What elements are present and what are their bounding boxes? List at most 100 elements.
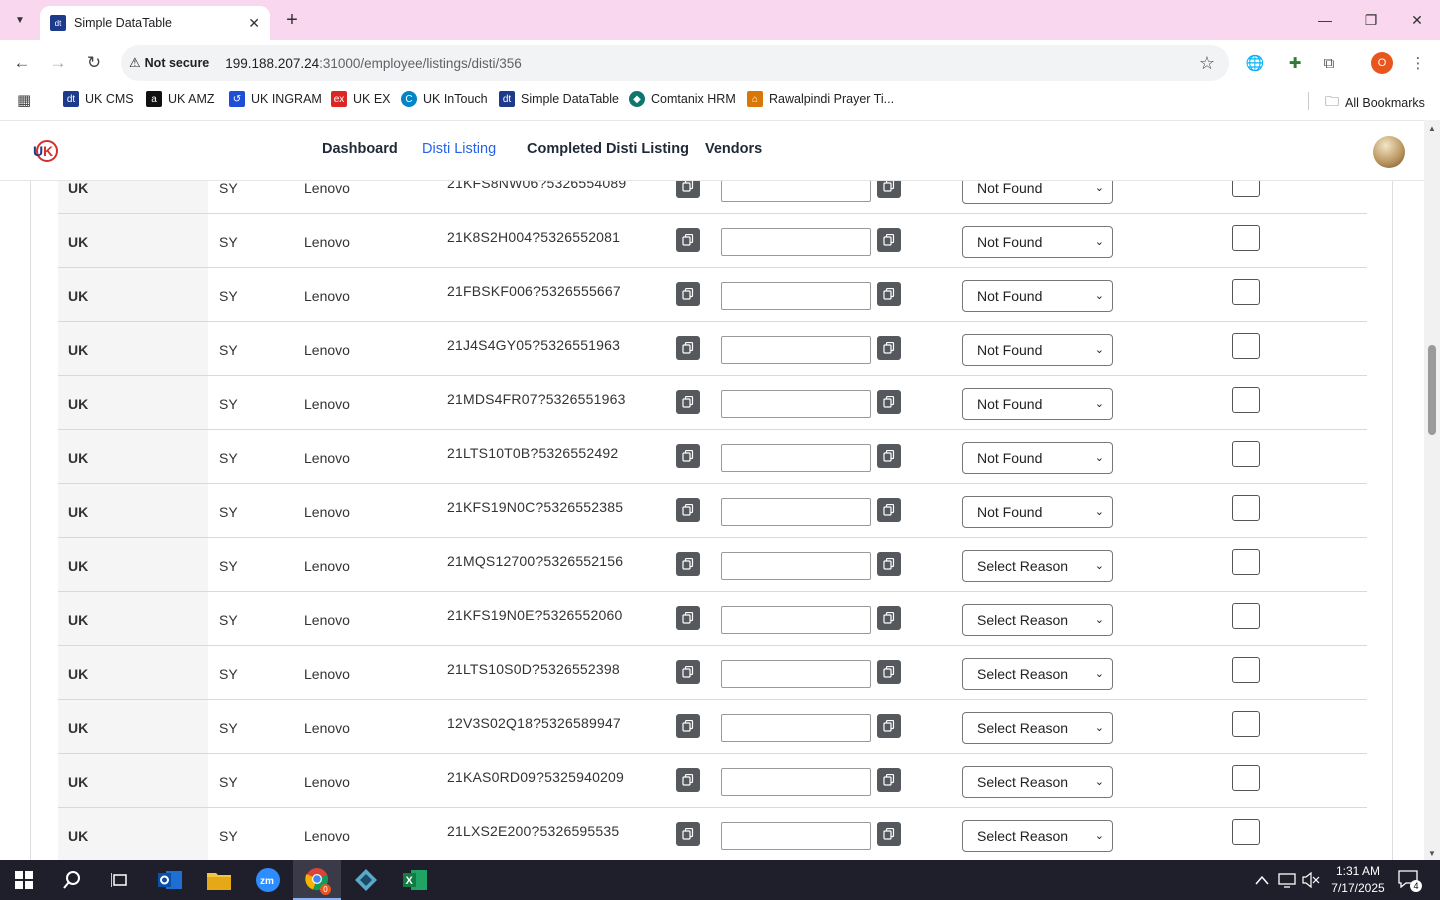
reason-select[interactable]: Select Reason ⌄ xyxy=(962,712,1113,744)
user-avatar[interactable] xyxy=(1373,136,1405,168)
file-explorer-icon[interactable] xyxy=(195,860,243,900)
nav-vendors[interactable]: Vendors xyxy=(705,141,762,157)
app-diamond-icon[interactable] xyxy=(342,860,390,900)
row-checkbox[interactable] xyxy=(1232,549,1260,575)
copy-sku-icon[interactable] xyxy=(676,552,700,576)
row-checkbox[interactable] xyxy=(1232,711,1260,737)
row-checkbox[interactable] xyxy=(1232,181,1260,197)
reason-select[interactable]: Select Reason ⌄ xyxy=(962,658,1113,690)
listing-input[interactable] xyxy=(721,228,871,256)
copy-sku-icon[interactable] xyxy=(676,181,700,198)
copy-input-icon[interactable] xyxy=(877,181,901,198)
copy-input-icon[interactable] xyxy=(877,228,901,252)
copy-input-icon[interactable] xyxy=(877,606,901,630)
reload-icon[interactable]: ↻ xyxy=(82,51,106,75)
copy-sku-icon[interactable] xyxy=(676,606,700,630)
copy-input-icon[interactable] xyxy=(877,498,901,522)
nav-disti-listing[interactable]: Disti Listing xyxy=(422,141,496,157)
window-close-icon[interactable]: ✕ xyxy=(1405,8,1429,32)
new-tab-plus-icon[interactable]: + xyxy=(280,8,304,32)
listing-input[interactable] xyxy=(721,660,871,688)
scroll-thumb[interactable] xyxy=(1428,345,1436,435)
tab-search-chevron-icon[interactable]: ▼ xyxy=(6,6,34,34)
copy-sku-icon[interactable] xyxy=(676,390,700,414)
copy-input-icon[interactable] xyxy=(877,822,901,846)
bookmark-uk-amz[interactable]: a UK AMZ xyxy=(146,91,215,107)
notifications-icon[interactable]: 4 xyxy=(1398,870,1422,892)
volume-muted-icon[interactable] xyxy=(1302,860,1320,900)
reason-select[interactable]: Select Reason ⌄ xyxy=(962,820,1113,852)
row-checkbox[interactable] xyxy=(1232,279,1260,305)
row-checkbox[interactable] xyxy=(1232,603,1260,629)
forward-arrow-icon[interactable]: → xyxy=(46,51,70,75)
reason-select[interactable]: Select Reason ⌄ xyxy=(962,604,1113,636)
extension-plus-icon[interactable]: ✚ xyxy=(1283,51,1307,75)
bookmark-uk-cms[interactable]: dt UK CMS xyxy=(63,91,134,107)
excel-icon[interactable]: X xyxy=(391,860,439,900)
reason-select[interactable]: Not Found ⌄ xyxy=(962,388,1113,420)
taskbar-clock[interactable]: 1:31 AM 7/17/2025 xyxy=(1326,863,1390,897)
copy-sku-icon[interactable] xyxy=(676,498,700,522)
bookmark-rawalpindi-prayer[interactable]: ⌂ Rawalpindi Prayer Ti... xyxy=(747,91,894,107)
copy-sku-icon[interactable] xyxy=(676,444,700,468)
row-checkbox[interactable] xyxy=(1232,765,1260,791)
copy-sku-icon[interactable] xyxy=(676,714,700,738)
row-checkbox[interactable] xyxy=(1232,333,1260,359)
back-arrow-icon[interactable]: ← xyxy=(10,51,34,75)
reason-select[interactable]: Not Found ⌄ xyxy=(962,280,1113,312)
reason-select[interactable]: Select Reason ⌄ xyxy=(962,766,1113,798)
copy-input-icon[interactable] xyxy=(877,714,901,738)
all-bookmarks[interactable]: 🗀 All Bookmarks xyxy=(1325,91,1425,115)
listing-input[interactable] xyxy=(721,768,871,796)
outlook-icon[interactable] xyxy=(146,860,194,900)
copy-sku-icon[interactable] xyxy=(676,822,700,846)
translate-globe-icon[interactable]: 🌐 xyxy=(1243,51,1267,75)
copy-sku-icon[interactable] xyxy=(676,336,700,360)
extensions-puzzle-icon[interactable]: ⧉ xyxy=(1317,51,1341,75)
row-checkbox[interactable] xyxy=(1232,387,1260,413)
listing-input[interactable] xyxy=(721,498,871,526)
bookmark-uk-intouch[interactable]: C UK InTouch xyxy=(401,91,488,107)
copy-sku-icon[interactable] xyxy=(676,768,700,792)
bookmark-comtanix-hrm[interactable]: ◆ Comtanix HRM xyxy=(629,91,736,107)
copy-input-icon[interactable] xyxy=(877,282,901,306)
nav-completed-disti-listing[interactable]: Completed Disti Listing xyxy=(527,141,689,157)
listing-input[interactable] xyxy=(721,714,871,742)
listing-input[interactable] xyxy=(721,606,871,634)
tray-chevron-up-icon[interactable] xyxy=(1255,860,1269,900)
zoom-icon[interactable]: zm xyxy=(244,860,292,900)
reason-select[interactable]: Not Found ⌄ xyxy=(962,442,1113,474)
url-text[interactable]: 199.188.207.24:31000/employee/listings/d… xyxy=(225,56,521,71)
nav-dashboard[interactable]: Dashboard xyxy=(322,141,398,157)
copy-sku-icon[interactable] xyxy=(676,660,700,684)
copy-input-icon[interactable] xyxy=(877,660,901,684)
reason-select[interactable]: Not Found ⌄ xyxy=(962,334,1113,366)
reason-select[interactable]: Not Found ⌄ xyxy=(962,226,1113,258)
listing-input[interactable] xyxy=(721,552,871,580)
apps-grid-icon[interactable]: ▦ xyxy=(17,91,31,109)
bookmark-simple-datatable[interactable]: dt Simple DataTable xyxy=(499,91,619,107)
copy-input-icon[interactable] xyxy=(877,444,901,468)
reason-select[interactable]: Not Found ⌄ xyxy=(962,496,1113,528)
browser-tab[interactable]: dt Simple DataTable ✕ xyxy=(40,6,270,40)
row-checkbox[interactable] xyxy=(1232,657,1260,683)
tab-close-icon[interactable]: ✕ xyxy=(248,15,260,32)
row-checkbox[interactable] xyxy=(1232,819,1260,845)
security-indicator[interactable]: ⚠ Not secure xyxy=(129,55,219,71)
minimize-icon[interactable]: — xyxy=(1313,8,1337,32)
uk-logo[interactable]: U K xyxy=(30,137,60,165)
copy-input-icon[interactable] xyxy=(877,552,901,576)
bookmark-uk-ingram[interactable]: ↺ UK INGRAM xyxy=(229,91,322,107)
task-view-icon[interactable] xyxy=(96,860,144,900)
profile-avatar[interactable]: O xyxy=(1371,52,1393,74)
copy-input-icon[interactable] xyxy=(877,390,901,414)
copy-sku-icon[interactable] xyxy=(676,282,700,306)
copy-input-icon[interactable] xyxy=(877,768,901,792)
row-checkbox[interactable] xyxy=(1232,495,1260,521)
scroll-down-arrow-icon[interactable]: ▼ xyxy=(1428,849,1436,858)
scroll-up-arrow-icon[interactable]: ▲ xyxy=(1428,124,1436,133)
windows-start-icon[interactable] xyxy=(0,860,48,900)
address-bar[interactable]: ⚠ Not secure 199.188.207.24:31000/employ… xyxy=(121,45,1229,81)
listing-input[interactable] xyxy=(721,822,871,850)
reason-select[interactable]: Select Reason ⌄ xyxy=(962,550,1113,582)
